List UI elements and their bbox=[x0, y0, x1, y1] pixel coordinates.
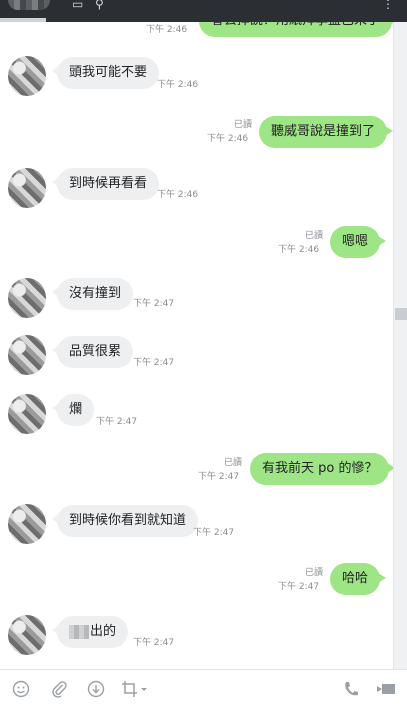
chat-avatar[interactable] bbox=[8, 0, 50, 10]
search-icon[interactable]: ⚲ bbox=[95, 0, 104, 10]
phone-icon[interactable] bbox=[343, 680, 359, 698]
input-toolbar bbox=[0, 669, 407, 711]
message-time: 下午 2:47 bbox=[133, 638, 175, 648]
read-receipt: 已讀 bbox=[304, 568, 323, 578]
contact-avatar[interactable] bbox=[8, 504, 46, 544]
message-time: 下午 2:46 bbox=[207, 134, 249, 144]
pixelated-text bbox=[69, 624, 89, 639]
message-bubble[interactable]: 頭我可能不要 bbox=[51, 57, 160, 89]
message-time: 下午 2:47 bbox=[133, 358, 175, 368]
message-bubble[interactable]: 沒有撞到 bbox=[51, 278, 134, 310]
read-receipt: 已讀 bbox=[304, 231, 323, 241]
message-bubble[interactable]: 哈哈 bbox=[330, 563, 387, 595]
crop-icon[interactable] bbox=[121, 680, 149, 698]
message-time: 下午 2:46 bbox=[278, 245, 320, 255]
video-icon[interactable] bbox=[376, 680, 396, 698]
message-bubble[interactable]: 會去摔說？用紙拜學盡已來了 bbox=[199, 22, 393, 37]
emoji-icon[interactable] bbox=[12, 680, 30, 698]
message-time: 下午 2:47 bbox=[133, 299, 175, 309]
contact-avatar[interactable] bbox=[8, 335, 46, 375]
read-receipt: 已讀 bbox=[223, 458, 242, 468]
message-time: 下午 2:47 bbox=[278, 582, 320, 592]
message-time: 下午 2:46 bbox=[157, 80, 199, 90]
message-bubble[interactable]: 有我前天 po 的慘？ bbox=[250, 453, 393, 485]
attachment-icon[interactable] bbox=[50, 680, 68, 698]
contact-avatar[interactable] bbox=[8, 394, 46, 434]
menu-icon[interactable]: ⋮ bbox=[382, 0, 394, 10]
message-time: 下午 2:47 bbox=[96, 417, 138, 427]
message-bubble[interactable]: 到時候再看看 bbox=[51, 168, 160, 200]
message-time: 下午 2:47 bbox=[198, 472, 240, 482]
message-bubble[interactable]: 品質很累 bbox=[51, 336, 134, 368]
message-time: 下午 2:46 bbox=[157, 190, 199, 200]
contact-avatar[interactable] bbox=[8, 56, 46, 96]
chat-scrollbar[interactable] bbox=[393, 22, 407, 669]
contact-avatar[interactable] bbox=[8, 615, 46, 655]
message-time: 下午 2:47 bbox=[193, 528, 235, 538]
message-bubble[interactable]: 出的 bbox=[51, 616, 129, 648]
download-icon[interactable] bbox=[87, 680, 105, 698]
read-receipt: 已讀 bbox=[233, 120, 252, 130]
window-titlebar: ▭ ⚲ ⋮ bbox=[0, 0, 407, 22]
message-bubble[interactable]: 聽威哥說是撞到了 bbox=[259, 116, 393, 148]
chat-area: 下午 2:46 會去摔說？用紙拜學盡已來了 頭我可能不要 下午 2:46 已讀 … bbox=[0, 22, 393, 669]
note-icon[interactable]: ▭ bbox=[72, 0, 83, 10]
contact-avatar[interactable] bbox=[8, 278, 46, 318]
contact-avatar[interactable] bbox=[8, 168, 46, 208]
message-bubble[interactable]: 嗯嗯 bbox=[330, 226, 387, 258]
message-time: 下午 2:46 bbox=[146, 25, 188, 35]
message-bubble[interactable]: 爛 bbox=[51, 394, 95, 426]
scrollbar-thumb[interactable] bbox=[395, 308, 407, 320]
message-text: 出的 bbox=[90, 624, 117, 639]
message-bubble[interactable]: 到時候你看到就知道 bbox=[51, 505, 199, 537]
